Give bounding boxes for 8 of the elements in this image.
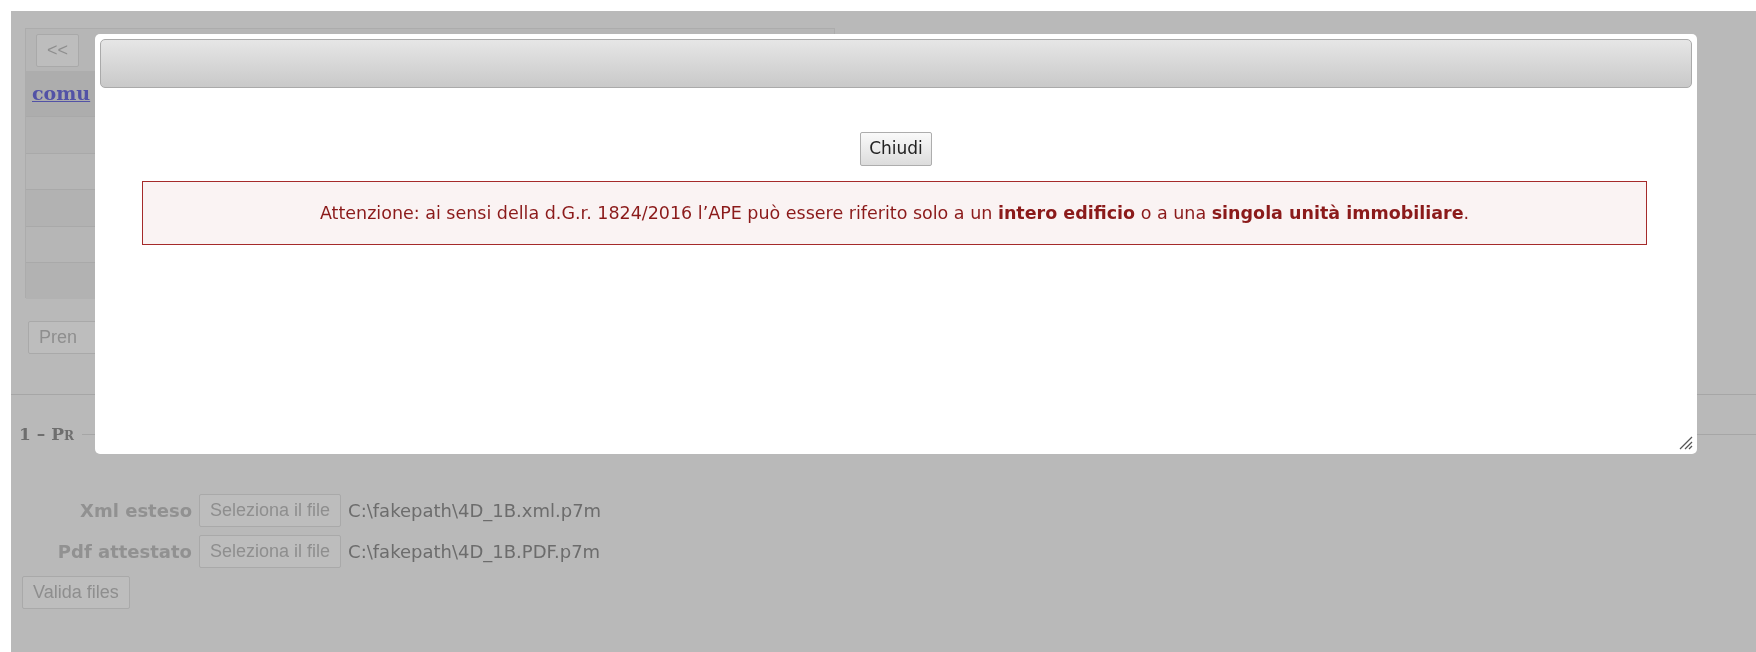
column-sort-link[interactable]: comu (32, 82, 91, 104)
section-title: 1 – Pr (19, 423, 74, 447)
resize-grip-icon[interactable] (1679, 436, 1693, 450)
file-path: C:\fakepath\4D_1B.xml.p7m (348, 498, 602, 524)
file-path: C:\fakepath\4D_1B.PDF.p7m (348, 539, 601, 565)
close-button[interactable]: Chiudi (860, 132, 932, 166)
alert-message: Attenzione: ai sensi della d.G.r. 1824/2016 l’APE può essere riferito solo a un intero edificio o a una singola unità immobiliare. (142, 180, 1647, 245)
first-page-button[interactable]: << (36, 34, 80, 68)
